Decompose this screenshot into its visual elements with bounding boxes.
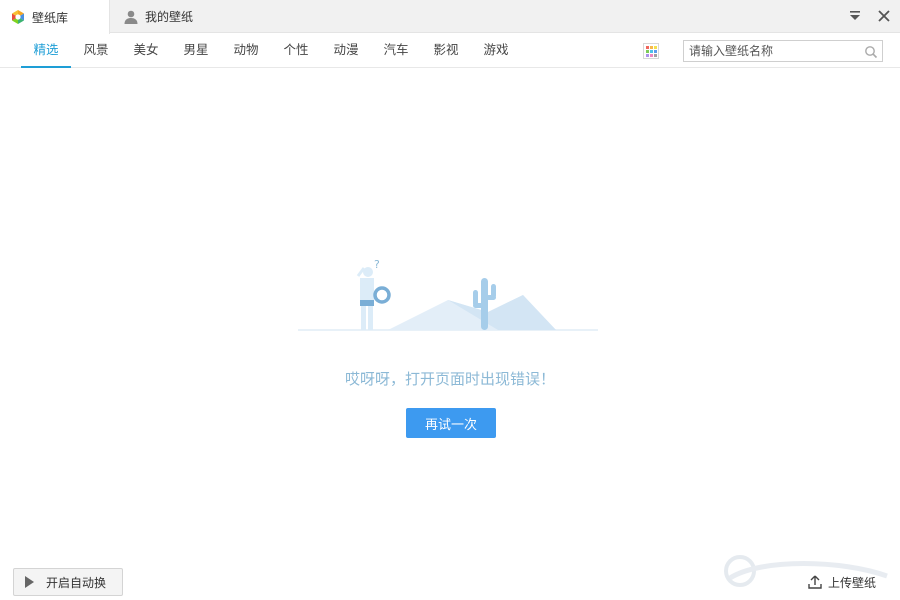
close-icon[interactable] (876, 8, 892, 24)
category-scenery[interactable]: 风景 (71, 33, 121, 67)
title-bar: 壁纸库 我的壁纸 (0, 0, 900, 34)
category-featured[interactable]: 精选 (21, 33, 71, 68)
tab-label: 我的壁纸 (145, 10, 194, 24)
confused-person-icon: ? (356, 258, 391, 330)
error-illustration: ? (298, 250, 598, 334)
auto-switch-button[interactable]: 开启自动换 (13, 568, 123, 596)
upload-icon (808, 575, 822, 589)
search-box (683, 40, 883, 62)
auto-switch-label: 开启自动换 (46, 575, 107, 590)
category-film[interactable]: 影视 (421, 33, 471, 67)
color-grid-icon[interactable] (643, 43, 659, 59)
tab-wallpaper-library[interactable]: 壁纸库 (0, 0, 110, 34)
upload-wallpaper-button[interactable]: 上传壁纸 (808, 572, 876, 592)
search-icon[interactable] (864, 44, 878, 59)
play-icon (24, 576, 34, 588)
category-beauty[interactable]: 美女 (121, 33, 171, 67)
user-icon (123, 9, 139, 25)
retry-button[interactable]: 再试一次 (406, 408, 496, 438)
tab-my-wallpapers[interactable]: 我的壁纸 (123, 0, 233, 33)
search-input[interactable] (684, 41, 859, 61)
category-games[interactable]: 游戏 (471, 33, 521, 67)
category-anime[interactable]: 动漫 (321, 33, 371, 67)
wallpaper-logo-icon (10, 9, 26, 25)
category-personality[interactable]: 个性 (271, 33, 321, 67)
category-animals[interactable]: 动物 (221, 33, 271, 67)
error-message: 哎呀呀，打开页面时出现错误！ (344, 370, 555, 388)
svg-text:?: ? (374, 258, 380, 271)
category-male-stars[interactable]: 男星 (171, 33, 221, 67)
upload-label: 上传壁纸 (828, 575, 877, 590)
dropdown-menu-icon[interactable] (847, 8, 863, 24)
category-cars[interactable]: 汽车 (371, 33, 421, 67)
tab-label: 壁纸库 (32, 10, 69, 25)
